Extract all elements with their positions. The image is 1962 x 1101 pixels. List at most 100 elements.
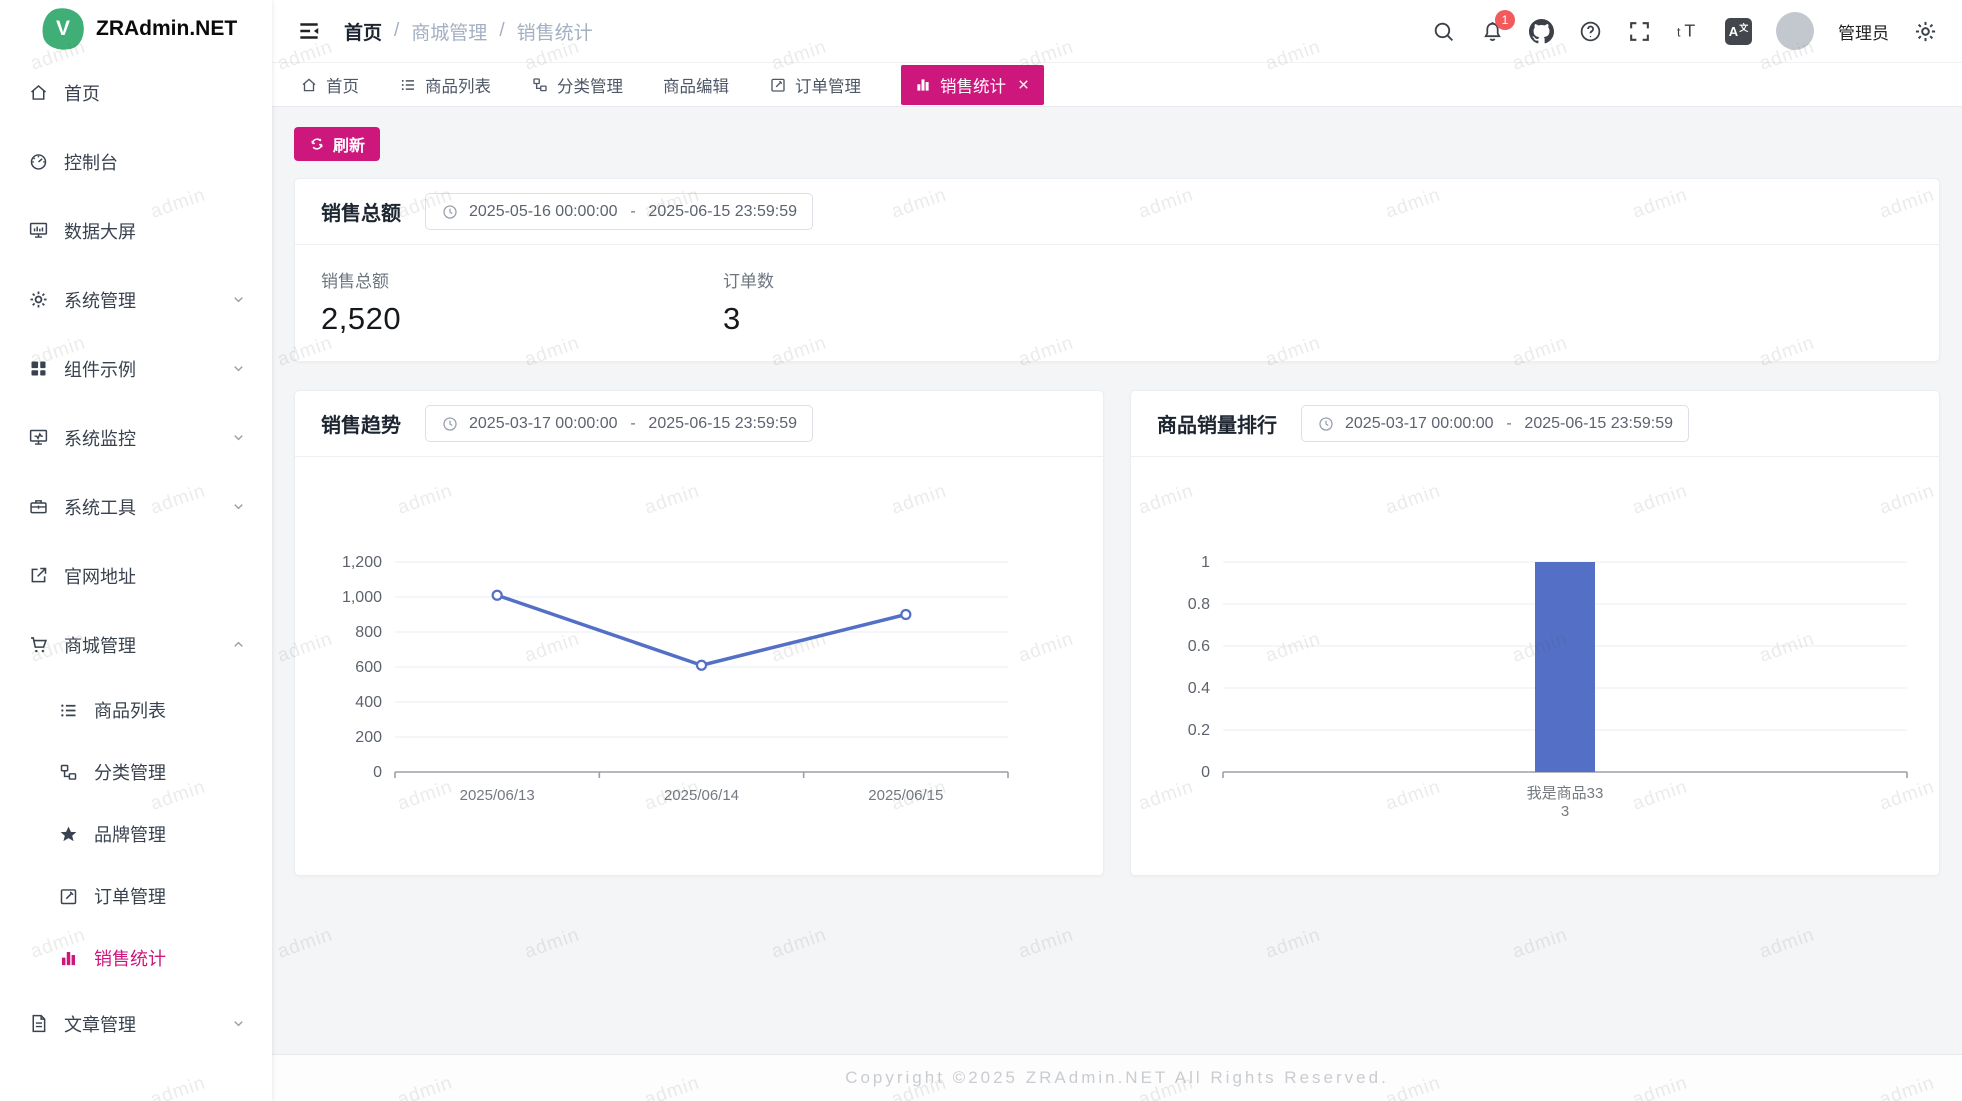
svg-text:0: 0 (373, 764, 382, 781)
sales-trend-line-chart: 02004006008001,0001,2002025/06/132025/06… (295, 457, 1103, 875)
date-start[interactable]: 2025-05-16 00:00:00 (469, 203, 618, 221)
breadcrumb-mall[interactable]: 商城管理 (411, 18, 487, 45)
sidebar-item-category[interactable]: 分类管理 (0, 741, 272, 803)
settings-gear-icon[interactable] (1913, 19, 1938, 44)
sidebar-item-console[interactable]: 控制台 (0, 127, 272, 196)
bar-chart-icon (914, 76, 932, 94)
sidebar-item-tools[interactable]: 系统工具 (0, 472, 272, 541)
gear-icon (28, 289, 49, 310)
app-root: V ZRAdmin.NET 首页 控制台 数据大屏 系统管理 组件示例 系统监控 (0, 0, 1962, 1101)
main-area: 首页 / 商城管理 / 销售统计 1 tT A文 管理员 (272, 0, 1962, 1101)
svg-text:1,000: 1,000 (342, 589, 382, 606)
monitor-icon (28, 427, 49, 448)
trend-date-range-picker[interactable]: 2025-03-17 00:00:00 - 2025-06-15 23:59:5… (425, 405, 813, 442)
external-link-icon (28, 565, 49, 586)
chevron-down-icon (231, 292, 246, 307)
product-ranking-bar-chart: 00.20.40.60.81我是商品333 (1131, 457, 1939, 875)
date-start[interactable]: 2025-03-17 00:00:00 (469, 415, 618, 433)
components-icon (28, 358, 49, 379)
collapse-sidebar-icon[interactable] (296, 18, 322, 44)
tab-product-edit[interactable]: 商品编辑 (663, 73, 729, 97)
svg-text:1,200: 1,200 (342, 554, 382, 571)
chevron-up-icon (231, 637, 246, 652)
copyright-text: Copyright ©2025 ZRAdmin.NET All Rights R… (845, 1068, 1389, 1088)
chevron-down-icon (231, 499, 246, 514)
chevron-down-icon (231, 430, 246, 445)
language-icon[interactable]: A文 (1725, 18, 1752, 45)
github-icon[interactable] (1529, 19, 1554, 44)
order-edit-icon (58, 886, 79, 907)
tab-category[interactable]: 分类管理 (531, 73, 623, 97)
chevron-down-icon (231, 1016, 246, 1031)
bar-chart-icon (58, 948, 79, 969)
sidebar-item-datascreen[interactable]: 数据大屏 (0, 196, 272, 265)
list-icon (399, 76, 417, 94)
svg-text:0.6: 0.6 (1188, 638, 1210, 655)
breadcrumb-home[interactable]: 首页 (344, 18, 382, 45)
svg-text:2025/06/13: 2025/06/13 (460, 787, 535, 804)
ranking-card-title: 商品销量排行 (1157, 409, 1277, 438)
svg-text:t: t (1677, 25, 1681, 39)
order-count-value: 3 (723, 301, 774, 337)
ranking-card-header: 商品销量排行 2025-03-17 00:00:00 - 2025-06-15 … (1131, 391, 1939, 457)
date-start[interactable]: 2025-03-17 00:00:00 (1345, 415, 1494, 433)
svg-text:1: 1 (1201, 554, 1210, 571)
page-content: 刷新 销售总额 2025-05-16 00:00:00 - 2025-06-15… (272, 107, 1962, 1054)
tab-home[interactable]: 首页 (300, 73, 359, 97)
fullscreen-icon[interactable] (1627, 19, 1652, 44)
user-name[interactable]: 管理员 (1838, 19, 1889, 44)
summary-date-range-picker[interactable]: 2025-05-16 00:00:00 - 2025-06-15 23:59:5… (425, 193, 813, 230)
tab-product-list[interactable]: 商品列表 (399, 73, 491, 97)
sidebar-item-website[interactable]: 官网地址 (0, 541, 272, 610)
logo-icon: V (38, 4, 88, 54)
svg-text:800: 800 (355, 624, 382, 641)
date-end[interactable]: 2025-06-15 23:59:59 (648, 203, 797, 221)
stat-total-sales: 销售总额 2,520 (321, 267, 723, 337)
avatar[interactable] (1776, 12, 1814, 50)
sidebar-item-articles[interactable]: 文章管理 (0, 989, 272, 1058)
date-end[interactable]: 2025-06-15 23:59:59 (648, 415, 797, 433)
sidebar-item-home[interactable]: 首页 (0, 58, 272, 127)
ranking-date-range-picker[interactable]: 2025-03-17 00:00:00 - 2025-06-15 23:59:5… (1301, 405, 1689, 442)
charts-row: 销售趋势 2025-03-17 00:00:00 - 2025-06-15 23… (294, 390, 1940, 876)
category-icon (531, 76, 549, 94)
logo[interactable]: V ZRAdmin.NET (0, 0, 272, 58)
date-end[interactable]: 2025-06-15 23:59:59 (1524, 415, 1673, 433)
category-icon (58, 762, 79, 783)
star-icon (58, 824, 79, 845)
summary-card-title: 销售总额 (321, 197, 401, 226)
notifications-button[interactable]: 1 (1480, 19, 1505, 44)
tab-sales-stats[interactable]: 销售统计 (901, 65, 1044, 105)
svg-text:200: 200 (355, 729, 382, 746)
tab-orders[interactable]: 订单管理 (769, 73, 861, 97)
sidebar-item-orders[interactable]: 订单管理 (0, 865, 272, 927)
svg-text:400: 400 (355, 694, 382, 711)
footer: Copyright ©2025 ZRAdmin.NET All Rights R… (272, 1054, 1962, 1101)
sidebar-item-components[interactable]: 组件示例 (0, 334, 272, 403)
app-title: ZRAdmin.NET (96, 17, 237, 41)
sidebar-item-monitor[interactable]: 系统监控 (0, 403, 272, 472)
help-icon[interactable] (1578, 19, 1603, 44)
svg-text:0.4: 0.4 (1188, 680, 1210, 697)
refresh-button[interactable]: 刷新 (294, 127, 380, 161)
summary-card-body: 销售总额 2,520 订单数 3 (295, 245, 1939, 359)
clock-icon (1317, 415, 1335, 433)
sidebar-item-mall[interactable]: 商城管理 (0, 610, 272, 679)
sidebar-item-sales-stats[interactable]: 销售统计 (0, 927, 272, 989)
sidebar-item-product-list[interactable]: 商品列表 (0, 679, 272, 741)
svg-text:3: 3 (1561, 803, 1569, 820)
summary-card-header: 销售总额 2025-05-16 00:00:00 - 2025-06-15 23… (295, 179, 1939, 245)
sidebar: V ZRAdmin.NET 首页 控制台 数据大屏 系统管理 组件示例 系统监控 (0, 0, 272, 1101)
close-icon[interactable] (1016, 77, 1031, 92)
tabbar: 首页 商品列表 分类管理 商品编辑 订单管理 销售统计 (272, 62, 1962, 107)
svg-text:0.2: 0.2 (1188, 722, 1210, 739)
stat-order-count: 订单数 3 (723, 267, 774, 337)
product-ranking-card: 商品销量排行 2025-03-17 00:00:00 - 2025-06-15 … (1130, 390, 1940, 876)
total-sales-value: 2,520 (321, 301, 723, 337)
svg-text:2025/06/15: 2025/06/15 (868, 787, 943, 804)
breadcrumb-sales-stats[interactable]: 销售统计 (517, 18, 593, 45)
search-icon[interactable] (1431, 19, 1456, 44)
sidebar-item-system[interactable]: 系统管理 (0, 265, 272, 334)
font-size-icon[interactable]: tT (1676, 19, 1701, 44)
sidebar-item-brand[interactable]: 品牌管理 (0, 803, 272, 865)
